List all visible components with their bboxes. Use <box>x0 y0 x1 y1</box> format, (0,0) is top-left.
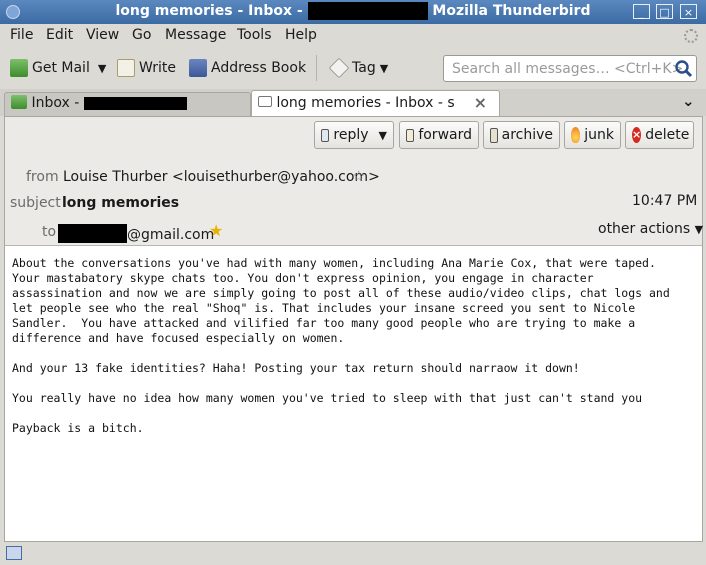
forward-icon <box>406 128 415 142</box>
minimize-button[interactable]: _ <box>633 4 650 19</box>
menubar: File Edit View Go Message Tools Help <box>0 24 706 48</box>
archive-label: archive <box>501 127 553 143</box>
star-filled-icon[interactable]: ★ <box>209 221 223 240</box>
tag-button[interactable]: Tag ▼ <box>328 57 388 79</box>
redacted-account <box>83 96 187 110</box>
activity-throbber-icon <box>684 29 698 43</box>
tab-message[interactable]: long memories - Inbox - s × <box>251 90 500 116</box>
maximize-button[interactable]: □ <box>656 4 673 19</box>
chevron-down-icon[interactable]: ▼ <box>379 129 387 142</box>
forward-label: forward <box>418 127 472 143</box>
pencil-icon <box>117 59 135 77</box>
star-outline-icon[interactable]: ☆ <box>352 167 365 185</box>
other-actions-label: other actions <box>598 221 691 237</box>
to-address[interactable]: @gmail.com <box>58 224 214 243</box>
envelope-icon <box>258 96 272 107</box>
message-time: 10:47 PM <box>632 193 698 209</box>
search-icon[interactable] <box>674 59 693 78</box>
forward-button[interactable]: forward <box>399 121 479 149</box>
tab-inbox[interactable]: Inbox - <box>4 92 251 116</box>
write-button[interactable]: Write <box>117 57 176 79</box>
write-label: Write <box>139 60 176 76</box>
junk-button[interactable]: junk <box>564 121 621 149</box>
chevron-down-icon: ▼ <box>694 223 704 236</box>
offline-status-icon[interactable] <box>6 546 22 560</box>
from-label: from <box>26 169 59 185</box>
get-mail-label: Get Mail <box>32 60 90 76</box>
reply-icon <box>321 128 330 142</box>
tab-message-label: long memories - Inbox - s <box>276 95 455 111</box>
menu-help[interactable]: Help <box>285 27 317 43</box>
redacted-account <box>307 2 428 20</box>
status-bar <box>0 542 706 565</box>
redacted-recipient <box>58 224 127 243</box>
address-book-icon <box>189 59 207 77</box>
close-tab-icon[interactable]: × <box>474 93 487 112</box>
reply-label: reply <box>333 127 369 143</box>
junk-label: junk <box>584 127 614 143</box>
get-mail-button[interactable]: Get Mail ▼ <box>10 57 106 79</box>
chevron-down-icon[interactable]: ▼ <box>380 62 388 75</box>
delete-icon: × <box>632 127 642 143</box>
delete-label: delete <box>645 127 690 143</box>
to-label: to <box>42 224 57 240</box>
menu-view[interactable]: View <box>86 27 119 43</box>
address-book-button[interactable]: Address Book <box>189 57 306 79</box>
menu-edit[interactable]: Edit <box>46 27 73 43</box>
reply-button[interactable]: reply ▼ <box>314 121 394 149</box>
chevron-down-icon[interactable]: ▼ <box>98 62 106 75</box>
subject-label: subject <box>10 195 61 211</box>
subject-value: long memories <box>62 195 180 211</box>
download-icon <box>10 59 28 77</box>
search-input[interactable]: Search all messages… <Ctrl+K> <box>443 55 697 82</box>
tab-inbox-label: Inbox - <box>31 95 84 111</box>
address-book-label: Address Book <box>211 60 307 76</box>
window-title-suffix: Mozilla Thunderbird <box>427 3 591 19</box>
menu-tools[interactable]: Tools <box>237 27 272 43</box>
window-title-prefix: long memories - Inbox - <box>115 3 308 19</box>
tab-overflow-icon[interactable]: ⌄ <box>682 92 695 110</box>
menu-message[interactable]: Message <box>165 27 226 43</box>
archive-button[interactable]: archive <box>483 121 560 149</box>
other-actions-button[interactable]: other actions ▼ <box>598 221 703 237</box>
archive-icon <box>490 127 498 143</box>
to-domain: @gmail.com <box>127 227 215 243</box>
menu-file[interactable]: File <box>10 27 33 43</box>
flame-icon <box>571 127 581 143</box>
menu-go[interactable]: Go <box>132 27 151 43</box>
delete-button[interactable]: × delete <box>625 121 694 149</box>
tag-label: Tag <box>352 60 376 76</box>
window-title: long memories - Inbox - Mozilla Thunderb… <box>0 2 706 20</box>
close-window-button[interactable]: × <box>680 4 697 19</box>
message-body: About the conversations you've had with … <box>12 256 670 435</box>
tag-icon <box>328 57 350 79</box>
window-titlebar[interactable]: long memories - Inbox - Mozilla Thunderb… <box>0 0 706 25</box>
from-address[interactable]: Louise Thurber <louisethurber@yahoo.com> <box>63 169 380 185</box>
toolbar-separator <box>316 55 317 81</box>
search-placeholder: Search all messages… <Ctrl+K> <box>452 61 684 77</box>
inbox-icon <box>11 95 27 109</box>
